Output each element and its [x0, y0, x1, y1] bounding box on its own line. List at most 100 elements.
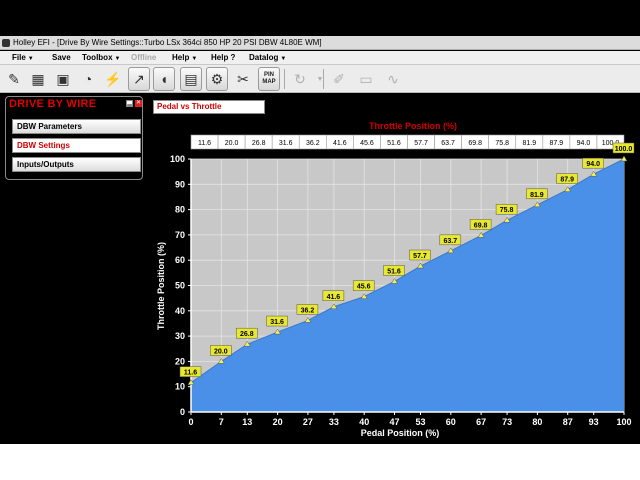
- settings-icon[interactable]: ✐: [328, 67, 350, 91]
- value-table-label: 20.0: [225, 140, 239, 147]
- toolbar-separator: [284, 69, 285, 89]
- panel-title: DRIVE BY WIRE: [9, 98, 97, 110]
- data-label: 31.6: [270, 319, 284, 326]
- value-table-label: 41.6: [333, 140, 347, 147]
- data-label: 75.8: [500, 207, 514, 214]
- x-tick-label: 0: [188, 417, 193, 427]
- x-tick-label: 20: [273, 417, 283, 427]
- menu-datalog[interactable]: Datalog ▼: [249, 51, 286, 66]
- injector-icon[interactable]: ✎: [3, 67, 25, 91]
- refresh-icon[interactable]: ↻: [289, 67, 311, 91]
- x-tick-label: 60: [446, 417, 456, 427]
- data-label: 45.6: [357, 284, 371, 291]
- y-tick-label: 10: [175, 382, 185, 392]
- window-title: Holley EFI - [Drive By Wire Settings::Tu…: [13, 38, 322, 47]
- menu-bar: File ▼ Save Toolbox ▼ Offline Help ▼ Help ?…: [0, 51, 640, 65]
- value-table-label: 11.6: [198, 140, 211, 147]
- y-tick-label: 0: [180, 407, 185, 417]
- ecu-icon[interactable]: ▦: [27, 67, 49, 91]
- value-table-label: 26.8: [252, 140, 266, 147]
- x-tick-label: 93: [589, 417, 599, 427]
- drive-by-wire-panel: DRIVE BY WIRE ▁ ✕ DBW Parameters DBW Set…: [5, 96, 143, 180]
- value-table-label: 31.6: [279, 140, 293, 147]
- data-point: [620, 155, 628, 162]
- x-tick-label: 27: [303, 417, 313, 427]
- x-tick-label: 13: [242, 417, 252, 427]
- menu-save[interactable]: Save: [52, 51, 71, 65]
- fuel-icon[interactable]: ◖: [153, 67, 175, 91]
- data-label: 94.0: [586, 161, 600, 168]
- data-label: 100.0: [615, 146, 633, 153]
- data-label: 36.2: [301, 307, 315, 314]
- x-tick-label: 67: [476, 417, 486, 427]
- gauge-icon[interactable]: ◔: [77, 67, 99, 91]
- data-label: 69.8: [474, 222, 488, 229]
- value-table-label: 57.7: [414, 140, 428, 147]
- menu-file[interactable]: File ▼: [12, 51, 34, 66]
- tools-wrench-icon[interactable]: ✂: [232, 67, 254, 91]
- value-table-label: 94.0: [577, 140, 591, 147]
- sidebar-item-dbw-parameters[interactable]: DBW Parameters: [12, 119, 141, 134]
- data-label: 57.7: [413, 253, 427, 260]
- value-table-label: 63.7: [441, 140, 455, 147]
- menu-help-label: Help: [172, 53, 190, 62]
- value-table-label: 75.8: [495, 140, 509, 147]
- y-tick-label: 90: [175, 179, 185, 189]
- y-tick-label: 50: [175, 281, 185, 291]
- harness-icon[interactable]: ▣: [52, 67, 74, 91]
- y-tick-label: 70: [175, 230, 185, 240]
- value-table-label: 87.9: [550, 140, 564, 147]
- x-tick-label: 33: [329, 417, 339, 427]
- close-icon[interactable]: ✕: [135, 100, 142, 107]
- x-tick-label: 87: [563, 417, 573, 427]
- value-table-label: 45.6: [360, 140, 374, 147]
- data-label: 63.7: [443, 238, 457, 245]
- pin-map-label: PIN MAP: [262, 72, 276, 85]
- y-tick-label: 100: [170, 154, 185, 164]
- menu-offline: Offline: [131, 53, 157, 62]
- data-label: 51.6: [387, 268, 401, 275]
- table-icon[interactable]: ↗: [128, 67, 150, 91]
- waveform-icon[interactable]: ∿: [382, 67, 404, 91]
- menu-file-label: File: [12, 53, 26, 62]
- sensors-icon[interactable]: ▤: [180, 67, 202, 91]
- x-tick-label: 73: [502, 417, 512, 427]
- menu-toolbox-label: Toolbox: [82, 53, 113, 62]
- y-tick-label: 20: [175, 356, 185, 366]
- menu-toolbox[interactable]: Toolbox ▼: [82, 51, 120, 66]
- menu-help[interactable]: Help ▼: [172, 51, 197, 66]
- data-label: 87.9: [560, 177, 574, 184]
- x-tick-label: 80: [532, 417, 542, 427]
- data-label: 11.6: [184, 370, 197, 377]
- y-axis-label: Throttle Position (%): [156, 242, 166, 330]
- title-bar: Holley EFI - [Drive By Wire Settings::Tu…: [0, 36, 640, 50]
- content-area: Pedal vs Throttle 0 10 20 30 40 50 60 70 80 90 100…: [147, 96, 640, 444]
- toolbar: ✎ ▦ ▣ ◔ ⚡ ↗ ◖ ▤ ⚙ ✂ PIN MAP ↻ ▼ ✐ ▭ ∿: [0, 65, 640, 93]
- tools-icon[interactable]: ⚙: [206, 67, 228, 91]
- minimize-icon[interactable]: ▁: [126, 100, 133, 107]
- chevron-down-icon: ▼: [114, 56, 121, 62]
- y-tick-label: 30: [175, 331, 185, 341]
- menu-datalog-label: Datalog: [249, 53, 279, 62]
- menu-help-about[interactable]: Help ?: [211, 51, 235, 65]
- app-window: Holley EFI - [Drive By Wire Settings::Tu…: [0, 0, 640, 444]
- data-label: 20.0: [214, 348, 228, 355]
- x-tick-label: 100: [616, 417, 631, 427]
- app-icon: [2, 38, 10, 47]
- chevron-down-icon: ▼: [191, 56, 198, 62]
- pin-map-icon[interactable]: PIN MAP: [258, 67, 280, 91]
- data-label: 26.8: [240, 331, 254, 338]
- chevron-down-icon: ▼: [280, 56, 287, 62]
- y-tick-label: 80: [175, 205, 185, 215]
- chart-title: Throttle Position (%): [369, 121, 457, 131]
- sidebar-item-dbw-settings[interactable]: DBW Settings: [12, 138, 141, 153]
- pedal-throttle-chart: 0 10 20 30 40 50 60 70 80 90 100 0 7 13 20 27 33 40 47 53 60…: [156, 121, 635, 438]
- spark-plug-icon[interactable]: ⚡: [102, 67, 124, 91]
- value-table-label: 81.9: [522, 140, 536, 147]
- tape-icon[interactable]: ▭: [355, 67, 377, 91]
- x-tick-label: 47: [390, 417, 400, 427]
- sidebar-item-inputs-outputs[interactable]: Inputs/Outputs: [12, 157, 141, 172]
- x-tick-label: 7: [219, 417, 224, 427]
- x-axis-label: Pedal Position (%): [361, 428, 440, 438]
- toolbar-separator: [323, 69, 324, 89]
